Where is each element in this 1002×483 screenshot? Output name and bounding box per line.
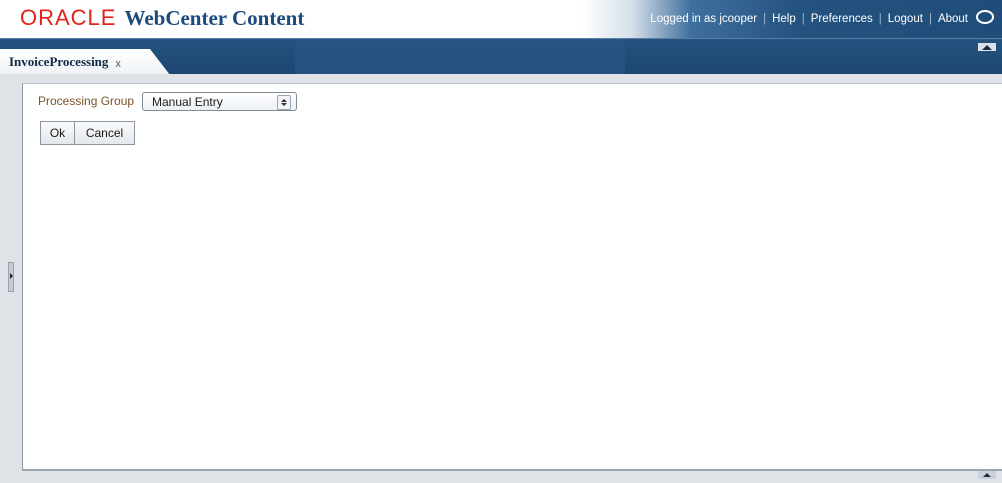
logout-link[interactable]: Logout xyxy=(888,13,923,25)
select-arrows-icon xyxy=(277,95,291,110)
processing-group-select[interactable]: Manual Entry xyxy=(142,92,297,111)
collapse-footer-icon[interactable] xyxy=(978,471,996,479)
link-separator: | xyxy=(878,13,882,25)
tabbar-shade xyxy=(295,39,625,75)
global-links: Logged in as jcooper | Help | Preference… xyxy=(650,9,994,29)
preferences-link[interactable]: Preferences xyxy=(811,13,873,25)
processing-group-value: Manual Entry xyxy=(152,95,223,109)
oracle-webcenter-logo: ORACLE WebCenter Content xyxy=(20,5,304,31)
expand-sidebar-icon[interactable] xyxy=(8,262,14,292)
close-icon[interactable]: x xyxy=(115,58,121,70)
tab-bar: InvoiceProcessing x xyxy=(0,38,1002,75)
processing-group-label: Processing Group xyxy=(38,94,135,108)
product-name: WebCenter Content xyxy=(124,6,305,30)
oracle-brand-text: ORACLE xyxy=(20,5,117,30)
tab-label: InvoiceProcessing xyxy=(9,54,109,69)
speech-bubble-icon[interactable] xyxy=(976,10,994,24)
content-panel: Processing Group Manual Entry Ok Cancel xyxy=(22,83,1002,471)
main-area: Processing Group Manual Entry Ok Cancel xyxy=(0,74,1002,483)
ok-button[interactable]: Ok xyxy=(40,121,75,145)
cancel-button[interactable]: Cancel xyxy=(74,121,135,145)
help-link[interactable]: Help xyxy=(772,13,796,25)
link-separator: | xyxy=(763,13,767,25)
collapse-header-icon[interactable] xyxy=(978,43,996,51)
app-header: ORACLE WebCenter Content Logged in as jc… xyxy=(0,0,1002,38)
tab-invoice-processing[interactable]: InvoiceProcessing x xyxy=(0,49,170,75)
link-separator: | xyxy=(801,13,805,25)
about-link[interactable]: About xyxy=(938,13,968,25)
logged-in-status: Logged in as jcooper xyxy=(650,13,758,25)
link-separator: | xyxy=(928,13,932,25)
